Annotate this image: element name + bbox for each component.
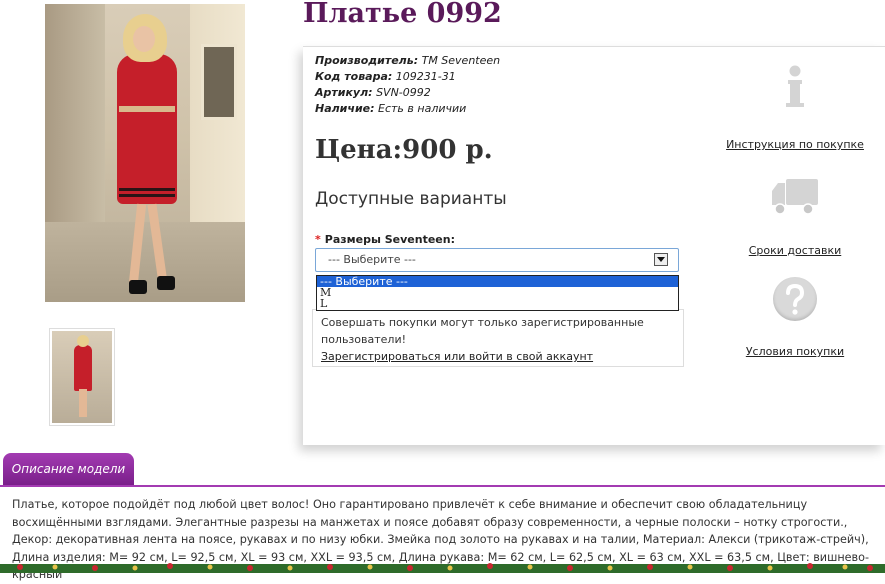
spec-label: Код товара:: [315, 70, 393, 83]
truck-icon: [772, 179, 818, 215]
variants-heading: Доступные варианты: [315, 189, 507, 209]
dress-belt: [119, 106, 175, 112]
spec-manufacturer: Производитель: ТМ Seventeen: [315, 53, 500, 69]
dress-stripe: [119, 194, 175, 197]
product-main-photo[interactable]: [45, 4, 245, 302]
thumbnail-dress: [74, 345, 92, 391]
size-select-value: --- Выберите ---: [328, 253, 416, 266]
spec-label: Производитель:: [315, 54, 419, 67]
dress-stripe: [119, 188, 175, 191]
info-icon: [786, 65, 804, 107]
model-face: [133, 26, 155, 52]
tab-description[interactable]: Описание модели: [3, 453, 134, 485]
size-select[interactable]: --- Выберите ---: [315, 248, 679, 272]
spec-label: Артикул:: [315, 86, 373, 99]
photo-window: [201, 44, 237, 120]
login-notice: Совершать покупки могут только зарегистр…: [312, 309, 684, 367]
photo-background: [190, 4, 245, 244]
product-info-panel: Производитель: ТМ Seventeen Код товара: …: [303, 46, 885, 445]
product-title: Платье 0992: [303, 0, 502, 29]
thumbnail-legs: [79, 389, 87, 417]
spec-value: 109231-31: [395, 70, 456, 83]
size-option[interactable]: M: [317, 287, 678, 298]
product-price: Цена:900 р.: [315, 135, 493, 165]
model-dress: [117, 54, 177, 204]
spec-availability: Наличие: Есть в наличии: [315, 101, 500, 117]
question-icon: [773, 277, 817, 321]
product-thumbnail[interactable]: [49, 328, 115, 426]
product-specs: Производитель: ТМ Seventeen Код товара: …: [315, 53, 500, 117]
spec-product-code: Код товара: 109231-31: [315, 69, 500, 85]
size-option[interactable]: --- Выберите ---: [317, 276, 678, 287]
thumbnail-head: [77, 335, 89, 347]
model-shoe: [157, 276, 175, 290]
required-asterisk: *: [315, 233, 321, 246]
spec-value: Есть в наличии: [378, 102, 467, 115]
sidebar-item-delivery[interactable]: Сроки доставки: [715, 177, 875, 257]
sidebar-item-instructions[interactable]: Инструкция по покупке: [715, 65, 875, 151]
model-shoe: [129, 280, 147, 294]
size-option[interactable]: L: [317, 298, 678, 309]
sidebar-item-terms[interactable]: Условия покупки: [715, 277, 875, 358]
login-notice-text: Совершать покупки могут только зарегистр…: [321, 316, 644, 346]
size-dropdown-list: --- Выберите --- M L: [316, 275, 679, 311]
sidebar-item-label[interactable]: Условия покупки: [746, 345, 844, 358]
product-description: Платье, которое подойдёт под любой цвет …: [0, 485, 885, 581]
spec-article: Артикул: SVN-0992: [315, 85, 500, 101]
spec-value: ТМ Seventeen: [421, 54, 501, 67]
christmas-garland-decoration: [0, 563, 885, 573]
chevron-down-icon[interactable]: [654, 253, 668, 266]
sidebar-item-label[interactable]: Сроки доставки: [749, 244, 842, 257]
login-register-link[interactable]: Зарегистрироваться или войти в свой акка…: [321, 350, 593, 363]
sizes-label: * Размеры Seventeen:: [315, 233, 455, 246]
spec-value: SVN-0992: [376, 86, 431, 99]
spec-label: Наличие:: [315, 102, 375, 115]
sidebar-item-label[interactable]: Инструкция по покупке: [726, 138, 864, 151]
sizes-label-text: Размеры Seventeen:: [324, 233, 455, 246]
